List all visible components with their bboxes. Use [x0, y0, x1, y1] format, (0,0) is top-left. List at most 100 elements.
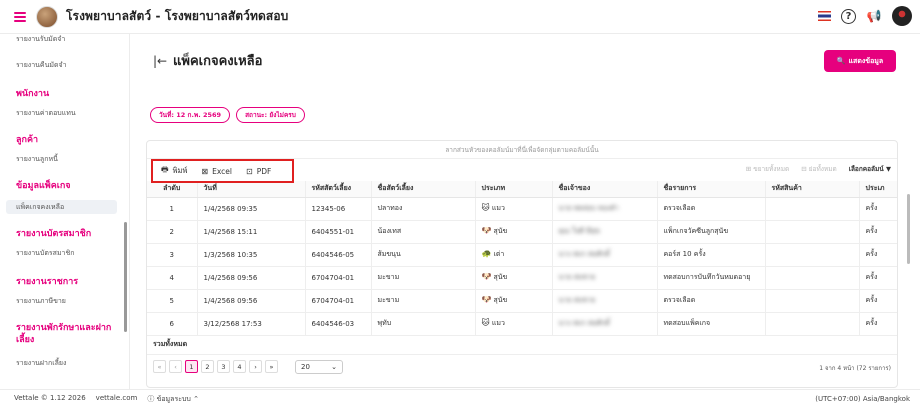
- group-drop-hint[interactable]: ลากส่วนหัวของคอลัมน์มาที่นี่เพื่อจัดกลุ่…: [147, 141, 897, 159]
- last-page-button[interactable]: »: [265, 360, 278, 373]
- column-chooser-button[interactable]: เลือกคอลัมน์ ▼: [849, 164, 891, 174]
- sidebar-item[interactable]: แพ็คเกจคงเหลือ: [6, 200, 117, 214]
- sidebar-item[interactable]: รายงานบัตรสมาชิก: [0, 246, 129, 260]
- type-cell: ครั้ง: [859, 289, 897, 313]
- help-icon[interactable]: ?: [841, 8, 856, 24]
- page-size-select[interactable]: 20 ⌄: [295, 359, 343, 374]
- pager: « ‹ 1234 › » 20 ⌄ 1 จาก 4 หน้า (72 รายการ…: [147, 355, 897, 379]
- table-row[interactable]: 1 1/4/2568 09:35 12345-06 ปลาทอง 🐱 แมว นาย ทดส…: [147, 197, 897, 221]
- menu-icon[interactable]: [14, 11, 26, 22]
- sidebar-scrollbar[interactable]: [124, 222, 127, 332]
- page-button[interactable]: 2: [201, 360, 214, 373]
- column-header[interactable]: ชื่อสัตว์เลี้ยง: [371, 181, 476, 198]
- prev-page-button[interactable]: ‹: [169, 360, 182, 373]
- type-cell: ครั้ง: [859, 243, 897, 267]
- item-name-cell: ตรวจเลือด: [657, 197, 766, 221]
- column-header[interactable]: รหัสสินค้า: [765, 181, 860, 198]
- column-header[interactable]: ประเภ: [859, 181, 897, 198]
- table-row[interactable]: 4 1/4/2568 09:56 6704704-01 มะขาม 🐶 สุนัข นาย …: [147, 266, 897, 290]
- pet-type-cell: 🐶 สุนัข: [475, 220, 553, 244]
- expand-all-button[interactable]: ⊞ ขยายทั้งหมด: [746, 164, 789, 174]
- product-code-cell: [765, 312, 860, 336]
- print-label: พิมพ์: [172, 166, 188, 175]
- page-button[interactable]: 1: [185, 360, 198, 373]
- column-header[interactable]: ลำดับ: [147, 181, 198, 198]
- product-code-cell: [765, 220, 860, 244]
- pet-code-cell: 6404546-05: [305, 243, 372, 267]
- table-body: 1 1/4/2568 09:35 12345-06 ปลาทอง 🐱 แมว นาย ทดส…: [147, 197, 897, 336]
- table-row[interactable]: 5 1/4/2568 09:56 6704704-01 มะขาม 🐶 สุนัข นาย …: [147, 289, 897, 313]
- pdf-label: PDF: [256, 166, 272, 176]
- date-cell: 1/3/2568 10:35: [197, 243, 306, 267]
- sidebar-item[interactable]: รายงานคืนมัดจำ: [0, 58, 129, 72]
- system-info-label: ข้อมูลระบบ: [156, 394, 191, 403]
- item-name-cell: แพ็กเกจวัคซีนลูกสุนัข: [657, 220, 766, 244]
- pet-name-cell: ปลาทอง: [371, 197, 476, 221]
- table-header-row: ลำดับ วันที่ รหัสสัตว์เลี้ยง ชื่อสัตว์เลี้ย…: [147, 181, 897, 198]
- sidebar-item[interactable]: รายงานลูกหนี้: [0, 152, 129, 166]
- sidebar-section-heading: รายงานพักรักษาและฝากเลี้ยง: [16, 323, 112, 345]
- type-cell: ครั้ง: [859, 266, 897, 290]
- column-chooser-label: เลือกคอลัมน์: [848, 165, 884, 173]
- show-data-button[interactable]: 🔍 แสดงข้อมูล: [824, 50, 896, 72]
- first-page-button[interactable]: «: [153, 360, 166, 373]
- excel-button[interactable]: ⊠ Excel: [201, 167, 232, 176]
- app-title: โรงพยาบาลสัตว์ - โรงพยาบาลสัตว์ทดสอบ: [66, 9, 289, 23]
- site-link[interactable]: vettale.com: [96, 394, 138, 405]
- table-row[interactable]: 6 3/12/2568 17:53 6404546-03 พุทับ 🐱 แมว นาง ส…: [147, 312, 897, 336]
- column-header[interactable]: รหัสสัตว์เลี้ยง: [305, 181, 372, 198]
- pet-type-icon: 🐱: [481, 203, 490, 212]
- type-cell: ครั้ง: [859, 312, 897, 336]
- column-header[interactable]: ประเภท: [475, 181, 553, 198]
- sidebar-item[interactable]: รายงานรับมัดจำ: [0, 34, 129, 46]
- column-header[interactable]: ชื่อเจ้าของ: [552, 181, 658, 198]
- next-page-button[interactable]: ›: [249, 360, 262, 373]
- thai-flag-icon[interactable]: [818, 11, 831, 21]
- sidebar-section-heading: รายงานราชการ: [16, 277, 79, 287]
- pet-type-cell: 🐢 เต่า: [475, 243, 553, 267]
- megaphone-icon[interactable]: 📢: [866, 8, 882, 24]
- page-scrollbar[interactable]: [907, 194, 910, 264]
- filter-chip-status[interactable]: สถานะ: ยังไม่ครบ: [236, 107, 305, 123]
- sidebar-item[interactable]: รายงานภาษีขาย: [0, 294, 129, 308]
- search-icon: 🔍: [836, 57, 846, 65]
- pdf-button[interactable]: ⊡ PDF: [246, 167, 271, 176]
- collapse-all-button[interactable]: ⊟ ย่อทั้งหมด: [801, 164, 836, 174]
- system-info-link[interactable]: ⓘ ข้อมูลระบบ ⌃: [147, 394, 199, 405]
- owner-name-cell: คุณ ใจดี มีสุข: [552, 220, 658, 244]
- sidebar-section-heading: ลูกค้า: [16, 135, 39, 145]
- chevron-down-icon: ⌄: [331, 362, 337, 371]
- pet-code-cell: 6704704-01: [305, 289, 372, 313]
- pet-name-cell: ส้มขนุน: [371, 243, 476, 267]
- back-icon[interactable]: |←: [153, 54, 167, 68]
- owner-name-text: นาย ทดสอบ ทองคำ: [558, 204, 619, 212]
- owner-name-text: นาย สมชาย: [558, 296, 596, 304]
- page-numbers: 1234: [185, 360, 246, 373]
- page-button[interactable]: 4: [233, 360, 246, 373]
- sidebar-item[interactable]: รายงานฝากเลี้ยง: [0, 356, 129, 370]
- owner-name-cell: นาง สมร สมศักดิ์: [552, 243, 658, 267]
- print-button[interactable]: 🖶 พิมพ์: [161, 164, 187, 178]
- column-header[interactable]: ชื่อรายการ: [657, 181, 766, 198]
- clinic-logo: [36, 5, 58, 28]
- avatar[interactable]: [892, 6, 912, 26]
- product-code-cell: [765, 266, 860, 290]
- table-row[interactable]: 2 1/4/2568 15:11 6404551-01 น้องเทส 🐶 สุนัข คุ…: [147, 220, 897, 244]
- pet-type-label: สุนัข: [493, 227, 508, 235]
- column-header[interactable]: วันที่: [197, 181, 306, 198]
- type-cell: ครั้ง: [859, 197, 897, 221]
- page-size-value: 20: [301, 362, 310, 371]
- sidebar-item[interactable]: รายงานค่าตอบแทน: [0, 106, 129, 120]
- filter-chip-date[interactable]: วันที่: 12 ก.พ. 2569: [150, 107, 231, 123]
- date-cell: 1/4/2568 15:11: [197, 220, 306, 244]
- grid-toolbar: 🖶 พิมพ์ ⊠ Excel ⊡ PDF ⊞ ขยายทั้งหมด ⊟ ย่อทั…: [147, 159, 897, 183]
- pet-type-cell: 🐱 แมว: [475, 197, 553, 221]
- table-row[interactable]: 3 1/3/2568 10:35 6404546-05 ส้มขนุน 🐢 เต่า นาง…: [147, 243, 897, 267]
- owner-name-text: นาย สมชาย: [558, 273, 596, 281]
- page-button[interactable]: 3: [217, 360, 230, 373]
- date-cell: 1/4/2568 09:35: [197, 197, 306, 221]
- pdf-icon: ⊡: [245, 166, 253, 176]
- owner-name-cell: นาย สมชาย: [552, 266, 658, 290]
- pager-info: 1 จาก 4 หน้า (72 รายการ): [819, 364, 891, 372]
- pet-type-label: เต่า: [493, 250, 505, 258]
